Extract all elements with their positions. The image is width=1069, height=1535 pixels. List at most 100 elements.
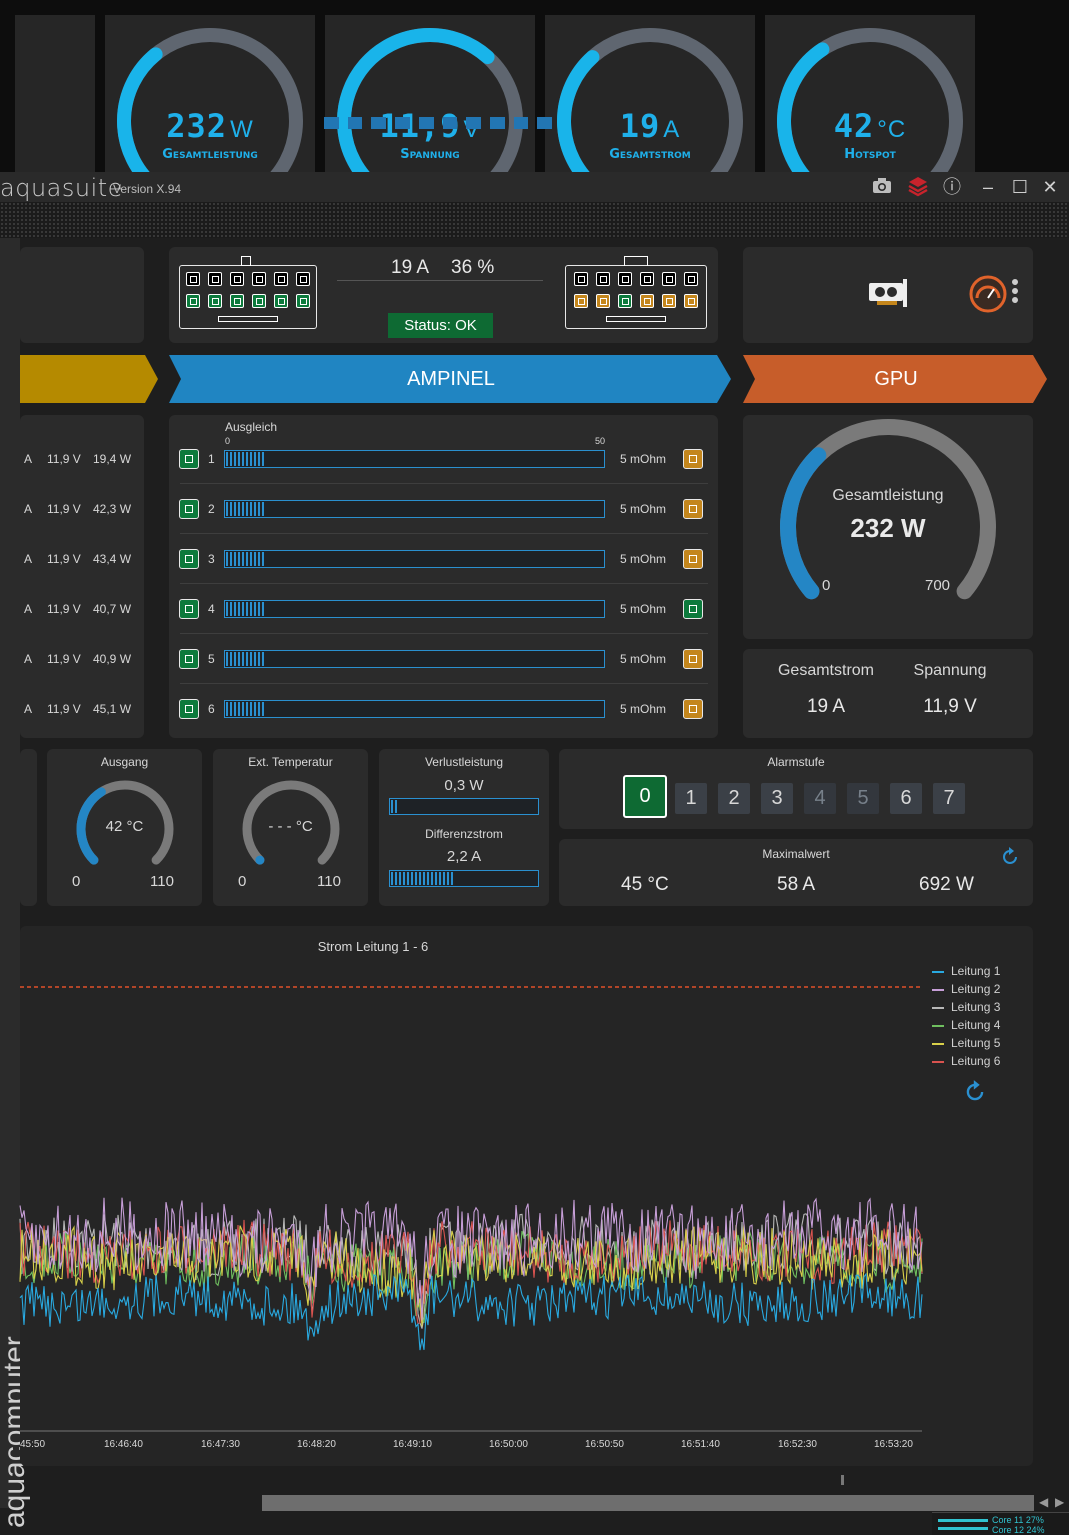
system-tray-widget: Core 11 27% Core 12 24% (932, 1512, 1069, 1535)
tray-line-1: Core 11 27% (992, 1515, 1044, 1525)
x-tick-label: 16:48:20 (297, 1439, 336, 1450)
alarm-level-5[interactable]: 5 (847, 783, 879, 814)
diff-bar (389, 870, 539, 887)
legend-label: Leitung 2 (951, 982, 1001, 996)
title-bar[interactable]: aquasuite Version X.94 ⓘ – ☐ ✕ (0, 172, 1069, 202)
gpu-banner-label: GPU (874, 368, 918, 390)
x-tick-label: 16:50:50 (585, 1439, 624, 1450)
status-badge: Status: OK (388, 313, 493, 338)
left-row-w: 19,4 W (93, 452, 132, 466)
camera-icon[interactable] (870, 175, 894, 199)
connector-pin-icon (683, 549, 703, 569)
ausgleich-scale-min: 0 (225, 436, 231, 446)
scroll-right-icon[interactable]: ▶ (1055, 1495, 1064, 1509)
more-options-icon[interactable] (1011, 277, 1019, 312)
row-divider (180, 533, 708, 534)
legend-item[interactable]: Leitung 6 (932, 1054, 1000, 1068)
alarm-level-3[interactable]: 3 (761, 783, 793, 814)
line-number: 1 (208, 452, 215, 466)
overlay-widget-hotspot: 42°C Hotspot 0 110 (765, 15, 975, 172)
left-row-w: 40,7 W (93, 602, 132, 616)
row-divider (180, 633, 708, 634)
legend-item[interactable]: Leitung 4 (932, 1018, 1000, 1032)
x-tick-label: 16:49:10 (393, 1439, 432, 1450)
gesamtstrom-value: 19 A (806, 696, 846, 717)
dot-pattern-bar (0, 202, 1069, 238)
left-header-panel (20, 247, 144, 343)
scroll-left-icon[interactable]: ◀ (1039, 1495, 1048, 1509)
legend-item[interactable]: Leitung 2 (932, 982, 1000, 996)
left-row-w: 45,1 W (93, 702, 132, 716)
legend-item[interactable]: Leitung 1 (932, 964, 1000, 978)
legend-swatch (932, 1042, 944, 1045)
alarm-level-1[interactable]: 1 (675, 783, 707, 814)
ampinel-banner[interactable]: AMPINEL (169, 355, 733, 403)
left-row-a: A (24, 602, 33, 616)
overlay-label: Gesamtleistung (162, 147, 258, 162)
current-graph-panel[interactable]: Strom Leitung 1 - 6 (20, 926, 1033, 1466)
meter-segment (347, 117, 363, 129)
meter-segment (537, 117, 553, 129)
resistance-value: 5 mOhm (620, 652, 667, 666)
spannung-label: Spannung (913, 662, 987, 679)
connector-pin-icon (179, 549, 199, 569)
legend-swatch (932, 1024, 944, 1027)
horizontal-scrollbar[interactable] (262, 1495, 1034, 1511)
legend-item[interactable]: Leitung 3 (932, 1000, 1000, 1014)
max-panel: Maximalwert 45 °C 58 A 692 W (559, 839, 1033, 906)
ampinel-banner-label: AMPINEL (407, 368, 495, 390)
scroll-marker (841, 1475, 844, 1485)
gauge-label: Gesamtleistung (832, 487, 944, 504)
left-banner (20, 355, 158, 403)
x-tick-label: 16:51:40 (681, 1439, 720, 1450)
info-icon[interactable]: ⓘ (940, 175, 964, 199)
legend-swatch (932, 1060, 944, 1063)
connector-pin-icon (179, 499, 199, 519)
left-row-v: 11,9 V (47, 452, 81, 466)
gauge-dial-icon[interactable] (968, 274, 1008, 319)
layers-icon[interactable] (906, 175, 930, 199)
close-icon[interactable]: ✕ (1038, 175, 1062, 199)
graph-reset-icon[interactable] (962, 1079, 988, 1110)
ausgang-max: 110 (150, 873, 174, 890)
left-row-w: 42,3 W (93, 502, 132, 516)
gpu-card-icon[interactable] (867, 279, 909, 314)
alarm-level-6[interactable]: 6 (890, 783, 922, 814)
legend-label: Leitung 6 (951, 1054, 1001, 1068)
meter-segment (466, 117, 481, 129)
legend-item[interactable]: Leitung 5 (932, 1036, 1000, 1050)
ext-temp-min: 0 (238, 873, 247, 890)
alarm-level-4[interactable]: 4 (804, 783, 836, 814)
x-tick-label: 45:50 (20, 1439, 46, 1450)
alarm-level-0[interactable]: 0 (623, 775, 667, 818)
x-tick-label: 16:46:40 (104, 1439, 143, 1450)
minimize-icon[interactable]: – (976, 175, 1000, 199)
left-row-a: A (24, 652, 33, 666)
left-row-a: A (24, 552, 33, 566)
gpu-banner[interactable]: GPU (743, 355, 1049, 403)
left-row-a: A (24, 502, 33, 516)
resistance-value: 5 mOhm (620, 552, 667, 566)
connector-pin-icon (179, 699, 199, 719)
meter-segment (395, 117, 410, 129)
reset-max-icon[interactable] (999, 846, 1021, 873)
connector-latch (624, 256, 648, 266)
x-tick-label: 16:53:20 (874, 1439, 913, 1450)
verlust-label: Verlustleistung (424, 755, 504, 769)
ext-temp-gauge-fill (255, 855, 265, 865)
connector-pin-icon (683, 699, 703, 719)
meter-segment (513, 117, 529, 129)
gpu-gauge-panel: Gesamtleistung 232 W 0 700 (743, 415, 1033, 639)
header-percent: 36 % (451, 257, 495, 278)
maximize-icon[interactable]: ☐ (1008, 175, 1032, 199)
row-divider (180, 683, 708, 684)
gpu-header-panel (743, 247, 1033, 343)
gpu-stats-panel: Gesamtstrom 19 A Spannung 11,9 V (743, 649, 1033, 738)
alarm-level-7[interactable]: 7 (933, 783, 965, 814)
left-rail[interactable]: aquacomputer (0, 238, 31, 1528)
alarm-level-2[interactable]: 2 (718, 783, 750, 814)
connector-left-icon (179, 265, 317, 329)
ausgang-min: 0 (72, 873, 81, 890)
segment-meter (324, 117, 553, 129)
line-number: 6 (208, 702, 215, 716)
